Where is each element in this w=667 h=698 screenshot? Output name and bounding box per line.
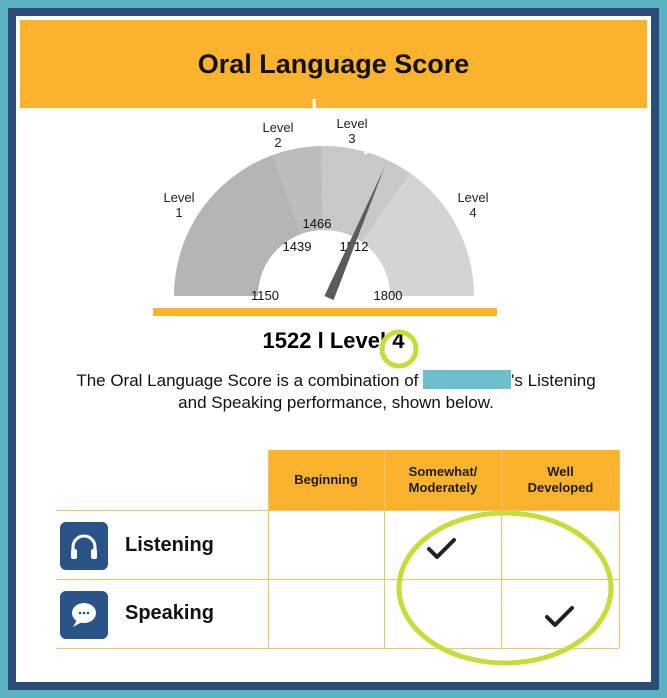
listening-check-icon (427, 538, 456, 559)
table-divider (56, 510, 619, 511)
table-divider (384, 450, 385, 648)
table-divider (501, 450, 502, 648)
skills-table: Beginning Somewhat/Moderately Well Develo… (16, 16, 651, 682)
table-divider (56, 648, 619, 649)
score-card: Oral Language Score Level 1 Level 2 Level 3… (16, 16, 651, 682)
speaking-label: Speaking (125, 602, 214, 624)
speech-bubble-icon (60, 591, 108, 639)
table-divider (619, 450, 620, 648)
column-header-somewhat-moderately: Somewhat/Moderately (385, 450, 501, 510)
listening-label: Listening (125, 534, 214, 556)
headphones-icon (60, 522, 108, 570)
column-header-beginning: Beginning (268, 450, 384, 510)
table-divider (56, 579, 619, 580)
speaking-check-icon (545, 606, 574, 627)
column-header-well-developed: Well Developed (502, 450, 619, 510)
table-divider (268, 450, 269, 648)
